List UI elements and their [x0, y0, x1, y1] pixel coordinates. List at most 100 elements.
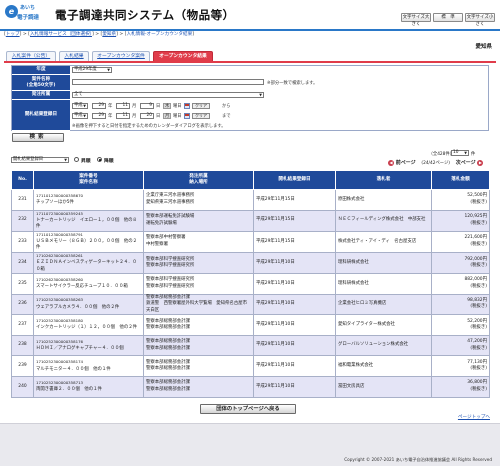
row-amount-tax: (税抜き)	[470, 220, 487, 226]
from-era-select[interactable]: 平成	[72, 103, 88, 109]
row-org: 企業庁東三河水道事務所 愛知県東三河水道事務所	[143, 189, 254, 211]
row-date: 平成29年11月10日	[253, 293, 336, 316]
row-no: 239	[11, 355, 34, 377]
desc-label: 降順	[104, 159, 114, 164]
header-case: 案件番号 案件名称	[33, 170, 144, 190]
row-winner: 原田株式会社	[335, 189, 432, 211]
tab-open-counter-results[interactable]: オープンカウンタ結果	[153, 51, 213, 61]
row-org: 警察本部総務部会計課 警察本部総務部会計課	[143, 334, 254, 357]
year-select[interactable]: 平成29年度	[72, 67, 112, 73]
row-delivery-place: 中村警察署	[146, 241, 168, 247]
row-org-name: 警察本部科学捜査研究所	[146, 256, 195, 262]
pager: ◀ 前ページ (24/42ページ) 次ページ ▶	[388, 159, 484, 166]
header-case-id: 案件番号	[79, 173, 98, 179]
row-case-id: 171025230000035818​0	[36, 318, 84, 324]
row-case: 171026230000035826​1 ＥＺＩＤＮＡインベスティゲーターキット２…	[33, 251, 144, 274]
font-large-button[interactable]: 文字サイズ大きく	[401, 13, 431, 27]
next-arrow-icon[interactable]: ▶	[477, 159, 484, 166]
prev-arrow-icon[interactable]: ◀	[388, 159, 394, 166]
row-case-id: 171025230000035817​6	[36, 338, 84, 344]
row-case-id: 171026230000035826​1	[36, 252, 84, 258]
row-date: 平成29年11月10日	[253, 355, 336, 377]
row-case-name-link[interactable]: ＨＤＭＩ／アナログキャプチャー４．００個	[36, 346, 124, 351]
from-month-input[interactable]: 11	[116, 103, 130, 109]
row-amount-value: 882,000円	[464, 277, 487, 283]
row-amount: 52,200円 (税抜き)	[431, 314, 490, 336]
breadcrumb-org-select-link[interactable]: 入札情報サービス（団体選択）	[30, 32, 92, 37]
row-no: 231	[11, 189, 34, 211]
row-case-id: 171025230000035817​4	[36, 359, 84, 365]
tab-open-counter-cases[interactable]: オープンカウンタ案件	[92, 51, 150, 61]
row-winner: ＮＥＣフィールディング株式会社 中部支社	[335, 209, 432, 232]
site-title: 電子調達共同システム（物品等）	[55, 8, 235, 22]
header-case-name: 案件名称	[79, 180, 98, 185]
to-day-input[interactable]: 20	[140, 113, 154, 119]
next-page-link[interactable]: 次ページ	[456, 160, 476, 166]
from-year-input[interactable]: 29	[92, 103, 106, 109]
org-select[interactable]: 全て	[72, 92, 264, 98]
breadcrumb: [トップ] > [入札情報サービス（団体選択）] > [愛知県] > [入札情報…	[4, 32, 194, 37]
row-case: 171025230000035817​4 マルチモニター４．００個 他の１件	[33, 355, 144, 377]
row-case-name-link[interactable]: ＵＳＢメモリー（８ＧＢ）２００，００個 他の２件	[36, 239, 137, 250]
from-calendar-icon[interactable]	[184, 103, 190, 109]
case-name-input[interactable]	[72, 79, 264, 85]
sort-select[interactable]: 開札結果登録日	[11, 157, 69, 163]
row-case-name-link[interactable]: チップソーほか5件	[36, 200, 74, 205]
row-amount-value: 52,200円	[467, 318, 487, 324]
row-case-name-link[interactable]: スマートサイクラー反応チューブ１０．００箱	[36, 284, 128, 289]
from-day-input[interactable]: 9	[140, 103, 154, 109]
to-calendar-icon[interactable]	[184, 113, 190, 119]
search-button[interactable]: 検索	[12, 133, 64, 142]
row-org: 警察本部中村警察署 中村警察署	[143, 230, 254, 253]
row-date: 平成29年11月10日	[253, 334, 336, 357]
to-clear-button[interactable]: クリア	[192, 113, 210, 119]
row-delivery-place: 警察本部科学捜査研究所	[146, 283, 195, 289]
date-label: 開札結果登録日	[12, 100, 70, 131]
row-amount: 36,800円 (税抜き)	[431, 375, 490, 398]
font-standard-button[interactable]: 標 準	[433, 13, 463, 22]
row-amount: 120,925円 (税抜き)	[431, 209, 490, 232]
back-to-org-top-button[interactable]: 団体のトップページへ戻る	[200, 404, 296, 414]
org-label: 発注所属	[12, 91, 70, 100]
page-top-link[interactable]: ページトップへ	[458, 414, 490, 420]
row-no: 234	[11, 251, 34, 274]
tab-bid-results[interactable]: 入札結果	[59, 51, 89, 61]
desc-radio[interactable]	[97, 157, 102, 162]
prev-page-link[interactable]: 前ページ	[396, 160, 416, 166]
row-amount: 77,130円 (税抜き)	[431, 355, 490, 377]
row-case-name-link[interactable]: マルチモニター４．００個 他の１件	[36, 367, 111, 372]
row-case-name-link[interactable]: ウェアラブルカメラ４．００個 他の２件	[36, 305, 119, 310]
to-month-input[interactable]: 11	[116, 113, 130, 119]
per-page-select[interactable]: 10	[451, 150, 469, 156]
row-case: 171025230000035817​6 ＨＤＭＩ／アナログキャプチャー４．００個	[33, 334, 144, 357]
row-case: 171025230000035871​3 両開き書庫２．００個 他の１件	[33, 375, 144, 398]
row-amount-value: 221,600円	[464, 235, 487, 241]
row-no: 235	[11, 272, 34, 295]
row-org: 警察本部科学捜査研究所 警察本部科学捜査研究所	[143, 272, 254, 295]
breadcrumb-top-link[interactable]: トップ	[6, 32, 20, 37]
to-suffix: まで	[222, 114, 231, 119]
row-date: 平成29年11月15日	[253, 230, 336, 253]
row-winner: グローバルソリューション株式会社	[335, 334, 432, 357]
to-year-input[interactable]: 29	[92, 113, 106, 119]
row-case: 171026230000035826​0 スマートサイクラー反応チューブ１０．００…	[33, 272, 144, 295]
row-amount: 52,500円 (税抜き)	[431, 189, 490, 211]
row-case: 171101230000035867​0 チップソーほか5件	[33, 189, 144, 211]
tab-bid-cases[interactable]: 入札案件（公告）	[6, 51, 56, 61]
row-amount-tax: (税抜き)	[470, 366, 487, 372]
table-row: 240 171025230000035871​3 両開き書庫２．００個 他の１件 警察…	[11, 375, 490, 398]
row-case-name-link[interactable]: インクカートリッジ（１）１２，００個 他の２件	[36, 325, 137, 330]
asc-radio[interactable]	[74, 157, 79, 162]
font-small-button[interactable]: 文字サイズ小さく	[465, 13, 495, 27]
breadcrumb-aichi-link[interactable]: 愛知県	[102, 32, 116, 37]
row-delivery-place: 鉄道警 西警察署屋外科大学覧場 愛知県名古屋市天白区	[146, 301, 247, 313]
row-case-name-link[interactable]: ＥＺＩＤＮＡインベスティゲーターキット２４．００箱	[36, 260, 137, 271]
row-case-name-link[interactable]: 両開き書庫２．００個 他の１件	[36, 387, 102, 392]
row-case-name-link[interactable]: トナーカートリッジ イエロー１，００個 他の８件	[36, 218, 137, 229]
row-amount-tax: (税抜き)	[470, 345, 487, 351]
header-no: No.	[11, 170, 34, 190]
row-amount-value: 792,000円	[464, 256, 487, 262]
from-clear-button[interactable]: クリア	[192, 103, 210, 109]
row-date: 平成29年11月10日	[253, 272, 336, 295]
to-era-select[interactable]: 平成	[72, 113, 88, 119]
